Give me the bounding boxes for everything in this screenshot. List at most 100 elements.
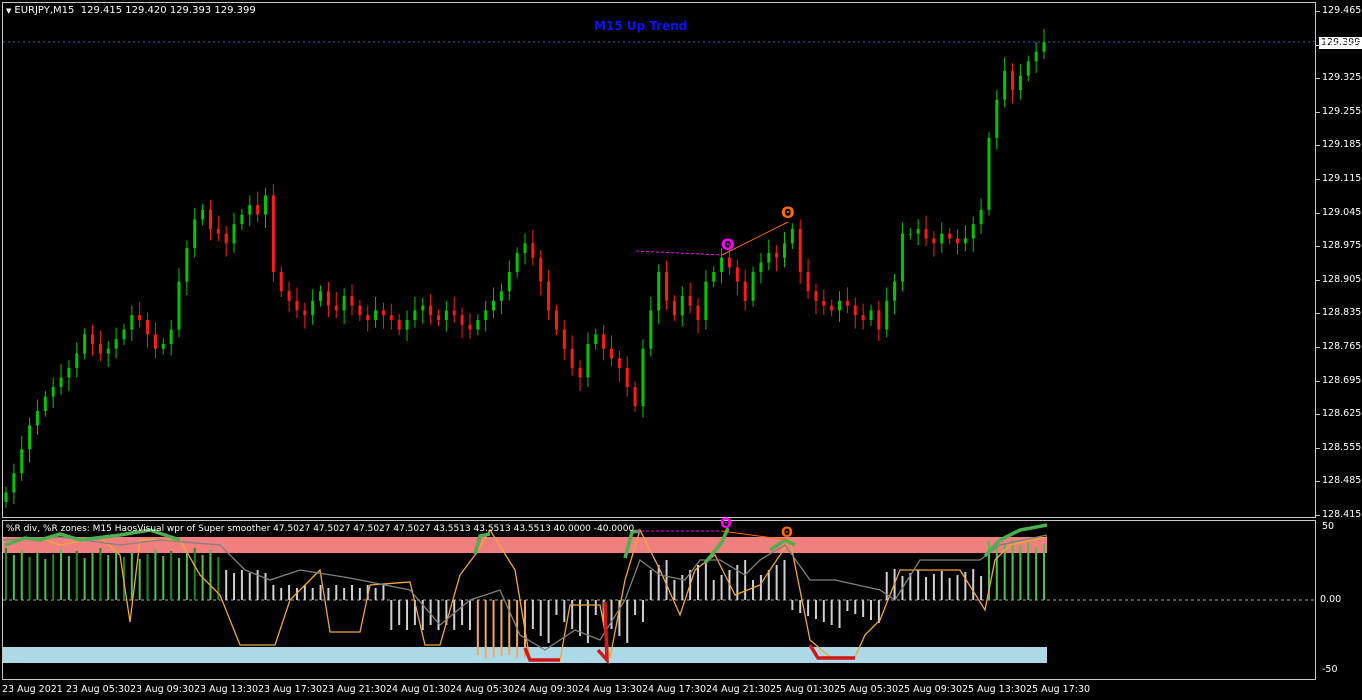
indicator-histogram-bar [44,559,47,600]
candle-body [523,243,527,253]
candle-body [374,310,378,320]
indicator-histogram-bar [146,554,149,600]
candle-body [680,296,684,316]
indicator-histogram-bar [948,578,951,600]
indicator-histogram-bar [492,600,495,657]
candle-body [885,300,889,330]
indicator-histogram-bar [343,588,346,600]
candle-body [932,238,936,244]
indicator-histogram-bar [814,600,817,619]
candle-body [452,310,456,316]
indicator-histogram-bar [925,577,928,600]
candle-body [248,205,252,215]
candle-body [381,310,385,316]
time-axis-label: 25 Aug 05:30 [834,684,899,695]
indicator-histogram-bar [28,557,31,600]
indicator-histogram-bar [248,573,251,600]
price-axis-label: 129.255 [1322,105,1362,117]
candle-body [75,353,79,368]
indicator-histogram-bar [547,600,550,643]
price-axis-tick [1316,246,1320,248]
candle-body [326,291,330,306]
indicator-histogram-bar [626,600,629,643]
symbol-label: EURJPY,M15 [14,5,75,16]
candle-body [696,305,700,320]
indicator-histogram-bar [1035,547,1038,600]
indicator-histogram-bar [634,600,637,615]
price-axis-label: 128.695 [1322,374,1362,386]
candle-body [437,315,440,320]
candle-body [405,319,409,330]
candle-body [806,272,810,292]
price-axis-tick [1316,347,1320,348]
indicator-histogram-bar [5,548,7,600]
candle-body [350,296,354,306]
candle-body [845,300,849,306]
indicator-histogram-bar [822,600,825,622]
indicator-histogram-bar [500,600,503,656]
indicator-histogram-bar [437,600,440,630]
indicator-histogram-bar [1027,542,1030,600]
candle-body [492,300,496,311]
divergence-marker-orange: ʘ [781,203,795,222]
time-axis-label: 24 Aug 13:30 [578,684,643,695]
candle-body [1034,51,1038,62]
dropdown-triangle-icon[interactable]: ▼ [6,7,11,15]
price-axis-label: 128.905 [1322,273,1362,285]
candle-body [169,329,173,344]
indicator-histogram-bar [36,552,39,600]
candle-body [413,310,417,320]
indicator-histogram-bar [20,550,23,600]
indicator-histogram-bar [720,575,723,600]
indicator-histogram-bar [940,571,943,600]
price-axis-tick [1316,11,1320,12]
candle-body [232,224,236,244]
candle-body [775,252,779,258]
indicator-histogram-bar [311,588,314,600]
indicator-marker-magenta: ʘ [720,516,732,532]
candle-body [51,387,55,397]
indicator-histogram-bar [170,551,173,600]
candle-body [153,334,157,349]
indicator-histogram-bar [327,588,330,600]
candle-body [767,252,771,263]
candle-body [861,315,865,320]
candle-body [114,339,118,349]
indicator-histogram-bar [775,565,778,600]
indicator-histogram-bar [374,588,377,600]
candle-body [146,319,150,335]
price-axis-tick [1316,212,1320,214]
indicator-histogram-bar [862,600,865,617]
indicator-histogram-bar [673,580,676,600]
price-axis-label: 128.765 [1322,341,1362,352]
indicator-histogram-bar [99,548,102,600]
candle-body [869,310,873,320]
candle-body [908,233,912,235]
price-axis-label: 128.555 [1322,441,1362,453]
chart-canvas: ʘ ʘ ʘ ʘ [2,28,1316,665]
indicator-histogram-bar [917,570,920,600]
indicator-histogram-bar [319,585,322,600]
indicator-histogram-bar [783,560,786,600]
indicator-histogram-bar [351,585,353,600]
candle-body [161,343,165,349]
candle-body [342,296,346,311]
candle-body [641,348,645,407]
indicator-histogram-bar [60,549,63,600]
candle-body [531,243,535,258]
price-axis-label: 129.325 [1322,72,1362,84]
indicator-histogram-bar [846,600,849,611]
indicator-histogram-bar [854,600,857,614]
indicator-histogram-bar [209,550,212,600]
candle-body [1026,61,1030,76]
candle-body [743,281,747,301]
candle-body [759,262,763,273]
candle-body [610,348,613,359]
candle-body [397,319,401,330]
indicator-histogram-bar [264,573,267,600]
indicator-histogram-bar [178,558,180,600]
candle-body [751,272,755,301]
candle-body [539,257,543,282]
candle-body [916,228,920,234]
candle-body [515,252,519,273]
